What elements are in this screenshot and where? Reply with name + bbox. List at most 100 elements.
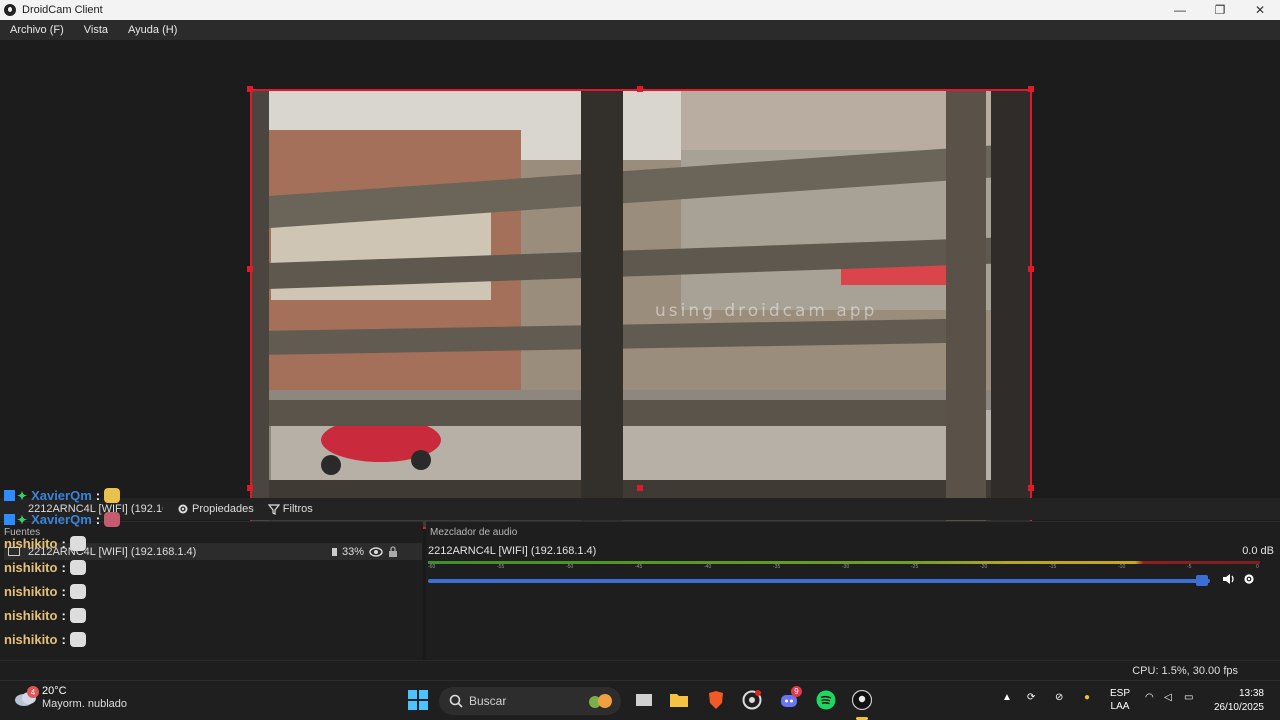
meter-tick-label: -60: [428, 564, 436, 570]
resize-handle-r[interactable]: [1028, 266, 1034, 272]
window-title: DroidCam Client: [22, 4, 103, 16]
resize-handle-tr[interactable]: [1028, 86, 1034, 92]
resize-handle-b[interactable]: [637, 485, 643, 491]
eye-icon[interactable]: [369, 546, 383, 557]
resize-handle-tl[interactable]: [247, 86, 253, 92]
meter-tick-label: -50: [566, 564, 574, 570]
chat-emote-icon: [104, 512, 121, 527]
menu-view[interactable]: Vista: [74, 24, 118, 36]
taskbar-search[interactable]: Buscar: [439, 687, 621, 715]
chat-separator: :: [61, 536, 66, 551]
task-view-icon[interactable]: [632, 689, 656, 711]
droidcam-watermark: using droidcam app: [655, 301, 878, 321]
chat-emote-icon: [69, 632, 86, 647]
microphone-icon[interactable]: ●: [1084, 692, 1090, 703]
camera-video-feed[interactable]: using droidcam app: [251, 90, 1031, 528]
search-placeholder: Buscar: [469, 694, 507, 708]
filters-button[interactable]: Filtros: [267, 503, 313, 515]
weather-widget[interactable]: 4 20°C Mayorm. nublado: [14, 685, 127, 711]
speaker-icon[interactable]: [1222, 573, 1235, 585]
status-bar: CPU: 1.5%, 30.00 fps: [0, 660, 1280, 680]
chat-emote-icon: [69, 560, 86, 575]
meter-ticks: -60 -55 -50 -45 -40 -35 -30 -25 -20 -15 -10 -5 0: [428, 564, 1260, 574]
discord-icon[interactable]: 9: [777, 686, 802, 711]
system-clock[interactable]: 13:38 26/10/2025: [1214, 687, 1264, 715]
chat-username: nishikito: [4, 608, 58, 623]
meter-tick-label: -40: [704, 564, 712, 570]
mixer-title: Mezclador de audio: [430, 527, 518, 538]
title-bar: DroidCam Client — ❐ ✕: [0, 0, 1280, 20]
chat-separator: :: [61, 608, 66, 623]
meter-tick-label: -10: [1118, 564, 1126, 570]
start-button[interactable]: [408, 690, 428, 710]
volume-slider-handle[interactable]: [1196, 575, 1209, 586]
menu-help[interactable]: Ayuda (H): [118, 24, 187, 36]
obs-icon[interactable]: [740, 689, 764, 711]
lock-icon[interactable]: [388, 546, 398, 557]
search-highlight-icon: [589, 694, 612, 708]
battery-tray-icon[interactable]: ▭: [1184, 692, 1193, 703]
chat-separator: :: [61, 584, 66, 599]
close-button[interactable]: ✕: [1240, 0, 1280, 20]
tray-chevron-up-icon[interactable]: ▲: [1002, 692, 1012, 703]
meter-tick-label: -45: [635, 564, 643, 570]
mixer-db-value: 0.0 dB: [1242, 545, 1274, 557]
properties-button[interactable]: Propiedades: [177, 503, 254, 515]
resize-handle-bl[interactable]: [247, 485, 253, 491]
moderator-badge-icon: [4, 490, 15, 501]
resize-handle-br[interactable]: [1028, 485, 1034, 491]
search-icon: [449, 694, 463, 708]
meter-tick-label: -30: [842, 564, 850, 570]
meter-tick-label: -5: [1187, 564, 1192, 570]
gear-icon: [178, 504, 188, 514]
sparkle-badge-icon: ✦: [17, 512, 28, 527]
chat-message: nishikito:: [4, 584, 86, 599]
chat-message: nishikito:: [4, 536, 86, 551]
meter-tick-label: -55: [497, 564, 505, 570]
minimize-button[interactable]: —: [1160, 0, 1200, 20]
source-toolbar: 2212ARNC4L [WIFI] (192.168. Propiedades …: [0, 498, 1280, 520]
resize-handle-t[interactable]: [637, 86, 643, 92]
hidden-icon[interactable]: ⊘: [1055, 692, 1063, 703]
meter-tick-label: -20: [980, 564, 988, 570]
weather-temp: 20°C: [42, 685, 67, 697]
chat-separator: :: [61, 632, 66, 647]
chat-username: XavierQm: [31, 488, 92, 503]
language-code: ESP: [1110, 688, 1131, 699]
chat-username: XavierQm: [31, 512, 92, 527]
chat-message: nishikito:: [4, 632, 86, 647]
meter-tick-label: 0: [1256, 564, 1259, 570]
mixer-track-name: 2212ARNC4L [WIFI] (192.168.1.4): [428, 545, 597, 557]
language-indicator[interactable]: ESP LAA: [1110, 687, 1130, 713]
street-scene-image: [251, 90, 1031, 528]
mixer-controls: [1222, 573, 1255, 585]
chat-separator: :: [95, 512, 101, 527]
file-explorer-icon[interactable]: [667, 689, 691, 711]
chat-emote-icon: [69, 536, 86, 551]
droidcam-taskbar-icon[interactable]: [850, 689, 874, 711]
maximize-button[interactable]: ❐: [1200, 0, 1240, 20]
chat-username: nishikito: [4, 536, 58, 551]
weather-desc: Mayorm. nublado: [42, 698, 127, 710]
spotify-icon[interactable]: [814, 689, 838, 711]
meter-tick-label: -25: [911, 564, 919, 570]
gear-icon[interactable]: [1243, 573, 1255, 585]
battery-icon: [332, 548, 337, 556]
filter-icon: [267, 504, 280, 515]
wifi-icon[interactable]: ◠: [1145, 692, 1154, 703]
menu-file[interactable]: Archivo (F): [0, 24, 74, 36]
volume-icon[interactable]: ◁: [1164, 692, 1172, 703]
chat-message: nishikito:: [4, 560, 86, 575]
chat-username: nishikito: [4, 632, 58, 647]
clock-time: 13:38: [1238, 688, 1264, 699]
chat-emote-icon: [104, 488, 121, 503]
clock-date: 26/10/2025: [1213, 702, 1264, 713]
meter-tick-label: -35: [773, 564, 781, 570]
volume-slider[interactable]: [428, 579, 1211, 583]
sync-icon[interactable]: ⟳: [1027, 692, 1035, 703]
resize-handle-l[interactable]: [247, 266, 253, 272]
chat-message: ✦ XavierQm:: [4, 512, 121, 527]
keyboard-layout: LAA: [1110, 701, 1130, 712]
brave-browser-icon[interactable]: [704, 689, 728, 711]
preview-area[interactable]: using droidcam app: [0, 40, 1280, 529]
